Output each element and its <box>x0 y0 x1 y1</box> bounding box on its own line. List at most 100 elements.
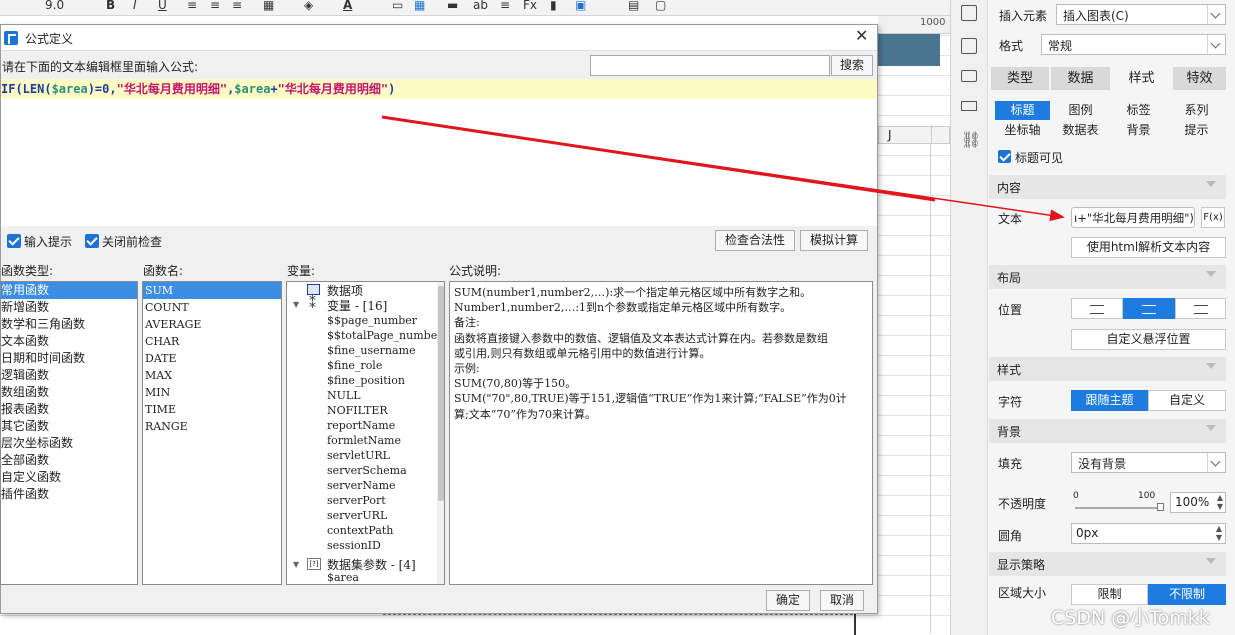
simulate-button[interactable]: 模拟计算 <box>800 230 868 251</box>
function-name-item[interactable]: TIME <box>145 401 176 418</box>
align-center-icon[interactable]: ≡ <box>210 0 220 12</box>
widget-settings-icon[interactable] <box>961 70 977 82</box>
variable-item[interactable]: $fine_role <box>327 358 382 373</box>
italic-button[interactable]: I <box>133 0 137 12</box>
tab-data[interactable]: 数据 <box>1051 67 1110 90</box>
function-type-item[interactable]: 全部函数 <box>1 452 49 469</box>
fill-select[interactable]: 没有背景 <box>1071 452 1226 473</box>
border-icon[interactable]: ▦ <box>263 0 274 12</box>
custom-float-position-button[interactable]: 自定义悬浮位置 <box>1071 329 1226 350</box>
background-section-header[interactable]: 背景 <box>989 419 1226 443</box>
scrollbar-thumb[interactable] <box>438 286 444 501</box>
image-icon[interactable]: ▣ <box>575 0 586 12</box>
font-size-value[interactable]: 9.0 <box>45 0 64 12</box>
function-name-item[interactable]: CHAR <box>145 333 179 350</box>
opacity-slider-thumb[interactable] <box>1157 503 1164 511</box>
frame-icon[interactable]: ▢ <box>655 0 666 12</box>
radius-spinner[interactable]: 0px ▲ ▼ <box>1071 523 1226 544</box>
search-button[interactable]: 搜索 <box>831 55 873 76</box>
align-left-button[interactable] <box>1071 298 1123 319</box>
follow-theme-button[interactable]: 跟随主题 <box>1071 390 1148 411</box>
formula-button[interactable]: Fx <box>523 0 537 12</box>
tab-style[interactable]: 样式 <box>1112 67 1171 90</box>
layout-section-header[interactable]: 布局 <box>989 265 1226 289</box>
function-name-item[interactable]: MAX <box>145 367 172 384</box>
variable-item[interactable]: $fine_position <box>327 373 405 388</box>
function-type-item[interactable]: 数组函数 <box>1 384 49 401</box>
function-type-item[interactable]: 插件函数 <box>1 486 49 503</box>
variable-item[interactable]: servletURL <box>327 448 390 463</box>
underline-button[interactable]: U <box>158 0 167 12</box>
function-name-item[interactable]: SUM <box>145 282 173 299</box>
subtab-datatable[interactable]: 数据表 <box>1053 121 1108 140</box>
formula-line[interactable]: IF(LEN($area)=0,"华北每月费用明细",$area+"华北每月费用… <box>1 79 877 99</box>
spinner-arrows-icon[interactable]: ▲ ▼ <box>1216 524 1222 542</box>
align-icon[interactable]: ≡ <box>500 0 510 12</box>
unlimited-button[interactable]: 不限制 <box>1148 584 1226 605</box>
formula-fx-button[interactable]: F(x) <box>1201 207 1225 228</box>
variable-item[interactable]: reportName <box>327 418 395 433</box>
variable-item[interactable]: $$page_number <box>327 313 417 328</box>
ok-button[interactable]: 确定 <box>766 590 810 611</box>
dataset-param-item[interactable]: $area <box>327 570 359 584</box>
function-type-item[interactable]: 常用函数 <box>1 282 49 299</box>
display-strategy-section-header[interactable]: 显示策略 <box>989 552 1226 576</box>
spinner-arrows-icon[interactable]: ▲ ▼ <box>1217 493 1223 511</box>
function-name-item[interactable]: DATE <box>145 350 177 367</box>
chart-icon[interactable]: ▮ <box>550 0 557 12</box>
variable-item[interactable]: serverPort <box>327 493 386 508</box>
function-names-list[interactable]: SUM COUNT AVERAGE CHAR DATE MAX MIN TIME RANGE <box>142 281 282 585</box>
expand-icon[interactable]: ▼ <box>293 560 299 569</box>
variable-item[interactable]: $fine_username <box>327 343 416 358</box>
variable-item[interactable]: NULL <box>327 388 361 403</box>
page-icon[interactable]: ▤ <box>628 0 639 12</box>
formula-editor[interactable]: IF(LEN($area)=0,"华北每月费用明细",$area+"华北每月费用… <box>1 79 877 226</box>
function-types-list[interactable]: 常用函数 新增函数 数学和三角函数 文本函数 日期和时间函数 逻辑函数 数组函数 报表函数 其它… <box>0 281 138 585</box>
variable-item[interactable]: serverURL <box>327 508 387 523</box>
function-type-item[interactable]: 层次坐标函数 <box>1 435 73 452</box>
condition-attributes-icon[interactable] <box>961 101 977 111</box>
text-ab-button[interactable]: ab <box>473 0 488 12</box>
validate-button[interactable]: 检查合法性 <box>715 230 795 251</box>
align-center-button[interactable] <box>1123 298 1175 319</box>
variable-item[interactable]: formletName <box>327 433 401 448</box>
subtab-legend[interactable]: 图例 <box>1053 101 1108 120</box>
custom-style-button[interactable]: 自定义 <box>1148 390 1226 411</box>
cancel-button[interactable]: 取消 <box>820 590 864 611</box>
check-on-close-checkbox[interactable] <box>85 234 99 248</box>
cell-properties-icon[interactable] <box>961 5 977 21</box>
variable-item[interactable]: NOFILTER <box>327 403 388 418</box>
function-type-item[interactable]: 其它函数 <box>1 418 49 435</box>
table-icon[interactable]: ▦ <box>414 0 425 12</box>
expand-icon[interactable]: ▼ <box>293 300 299 309</box>
content-section-header[interactable]: 内容 <box>989 175 1226 199</box>
dialog-titlebar[interactable]: 公式定义 ✕ <box>1 25 877 51</box>
function-type-item[interactable]: 数学和三角函数 <box>1 316 85 333</box>
tab-type[interactable]: 类型 <box>991 67 1049 90</box>
limit-button[interactable]: 限制 <box>1071 584 1148 605</box>
function-type-item[interactable]: 日期和时间函数 <box>1 350 85 367</box>
variable-item[interactable]: serverName <box>327 478 396 493</box>
function-type-item[interactable]: 新增函数 <box>1 299 49 316</box>
function-type-item[interactable]: 报表函数 <box>1 401 49 418</box>
fill-color-icon[interactable]: ◈ <box>304 0 313 12</box>
opacity-slider-track[interactable] <box>1075 507 1163 509</box>
function-name-item[interactable]: AVERAGE <box>145 316 201 333</box>
insert-row-icon[interactable]: ▬ <box>447 0 458 12</box>
bold-button[interactable]: B <box>106 0 115 12</box>
function-type-item[interactable]: 自定义函数 <box>1 469 61 486</box>
title-text-input[interactable]: ı+"华北每月费用明细") <box>1071 207 1195 228</box>
align-left-icon[interactable]: ≡ <box>187 0 197 12</box>
variable-item[interactable]: sessionID <box>327 538 381 553</box>
column-header[interactable]: J <box>878 125 950 144</box>
subtab-tooltip[interactable]: 提示 <box>1169 121 1224 140</box>
function-type-item[interactable]: 文本函数 <box>1 333 49 350</box>
chart-area[interactable] <box>878 34 940 66</box>
variable-item[interactable]: serverSchema <box>327 463 407 478</box>
function-name-item[interactable]: MIN <box>145 384 170 401</box>
hyperlink-icon[interactable]: ⛓ <box>961 130 981 149</box>
title-visible-checkbox[interactable] <box>998 150 1011 163</box>
variables-group-label[interactable]: 变量 - [16] <box>327 297 387 314</box>
variable-item[interactable]: contextPath <box>327 523 393 538</box>
subtab-label[interactable]: 标签 <box>1111 101 1166 120</box>
